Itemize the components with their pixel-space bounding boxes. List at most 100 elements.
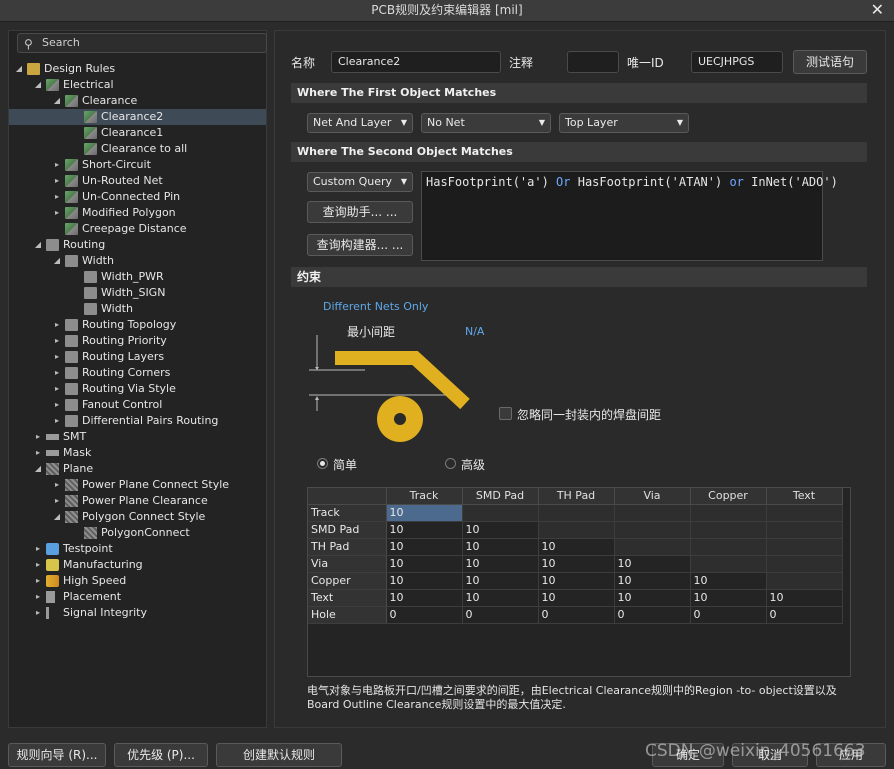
collapsed-chevron-icon[interactable]: ▸	[52, 381, 62, 397]
tree-item[interactable]: ▸ Differential Pairs Routing	[9, 413, 266, 429]
matrix-cell[interactable]: 10	[462, 589, 539, 607]
collapsed-chevron-icon[interactable]: ▸	[52, 189, 62, 205]
tree-item[interactable]: ▸ Power Plane Clearance	[9, 493, 266, 509]
tree-item[interactable]: ▸ Placement	[9, 589, 266, 605]
matrix-cell[interactable]: 0	[386, 606, 463, 624]
collapsed-chevron-icon[interactable]: ▸	[33, 589, 43, 605]
tree-item[interactable]: ▸ Fanout Control	[9, 397, 266, 413]
collapsed-chevron-icon[interactable]: ▸	[52, 317, 62, 333]
tree-item[interactable]: ▸ Routing Layers	[9, 349, 266, 365]
collapsed-chevron-icon[interactable]: ▸	[52, 205, 62, 221]
priority-button[interactable]: 优先级 (P)...	[114, 743, 208, 767]
ignore-pad-clearance-checkbox[interactable]	[499, 407, 512, 420]
uid-input[interactable]: UECJHPGS	[691, 51, 783, 73]
collapsed-chevron-icon[interactable]: ▸	[33, 445, 43, 461]
collapsed-chevron-icon[interactable]: ▸	[33, 573, 43, 589]
tree-item[interactable]: ▸ Short-Circuit	[9, 157, 266, 173]
matrix-cell[interactable]: 10	[614, 555, 691, 573]
collapsed-chevron-icon[interactable]: ▸	[33, 541, 43, 557]
matrix-cell[interactable]: 10	[538, 572, 615, 590]
matrix-cell[interactable]: 10	[614, 572, 691, 590]
custom-query-editor[interactable]: HasFootprint('a') Or HasFootprint('ATAN'…	[421, 171, 838, 261]
matrix-cell[interactable]: 10	[462, 555, 539, 573]
matrix-cell[interactable]: 10	[462, 572, 539, 590]
tree-item[interactable]: ◢ Clearance	[9, 93, 266, 109]
matrix-cell[interactable]: 0	[538, 606, 615, 624]
collapsed-chevron-icon[interactable]: ▸	[33, 557, 43, 573]
comment-input[interactable]	[567, 51, 619, 73]
matrix-cell[interactable]: 10	[386, 504, 463, 522]
expanded-chevron-icon[interactable]: ◢	[33, 237, 43, 253]
tree-item[interactable]: ▸ Un-Routed Net	[9, 173, 266, 189]
matrix-cell[interactable]: 10	[462, 521, 539, 539]
collapsed-chevron-icon[interactable]: ▸	[52, 333, 62, 349]
collapsed-chevron-icon[interactable]: ▸	[52, 173, 62, 189]
collapsed-chevron-icon[interactable]: ▸	[52, 365, 62, 381]
expanded-chevron-icon[interactable]: ◢	[52, 253, 62, 269]
tree-item[interactable]: ◢ Plane	[9, 461, 266, 477]
expanded-chevron-icon[interactable]: ◢	[33, 77, 43, 93]
tree-item[interactable]: ▸ Un-Connected Pin	[9, 189, 266, 205]
rule-wizard-button[interactable]: 规则向导 (R)...	[8, 743, 106, 767]
tree-item[interactable]: Width_SIGN	[9, 285, 266, 301]
matrix-cell[interactable]: 10	[462, 538, 539, 556]
tree-item[interactable]: Width	[9, 301, 266, 317]
matrix-cell[interactable]: 0	[690, 606, 767, 624]
matrix-cell[interactable]: 0	[766, 606, 843, 624]
collapsed-chevron-icon[interactable]: ▸	[52, 157, 62, 173]
matrix-cell[interactable]: 10	[386, 521, 463, 539]
matrix-cell[interactable]: 10	[538, 589, 615, 607]
expanded-chevron-icon[interactable]: ◢	[52, 93, 62, 109]
tree-item[interactable]: ▸ Manufacturing	[9, 557, 266, 573]
tree-item[interactable]: ◢ Electrical	[9, 77, 266, 93]
matrix-cell[interactable]: 10	[386, 555, 463, 573]
tree-item[interactable]: ◢ Routing	[9, 237, 266, 253]
matrix-cell[interactable]: 10	[690, 589, 767, 607]
collapsed-chevron-icon[interactable]: ▸	[33, 429, 43, 445]
matrix-cell[interactable]: 10	[538, 555, 615, 573]
tree-item[interactable]: ◢ Polygon Connect Style	[9, 509, 266, 525]
matrix-cell[interactable]: 0	[614, 606, 691, 624]
first-match-type-dropdown[interactable]: Net And Layer ▼	[307, 113, 413, 133]
collapsed-chevron-icon[interactable]: ▸	[52, 349, 62, 365]
search-input[interactable]: ⚲ Search	[17, 33, 267, 53]
tree-item[interactable]: ▸ Power Plane Connect Style	[9, 477, 266, 493]
matrix-cell[interactable]: 0	[462, 606, 539, 624]
first-match-layer-dropdown[interactable]: Top Layer ▼	[559, 113, 689, 133]
collapsed-chevron-icon[interactable]: ▸	[33, 605, 43, 621]
tree-item[interactable]: ▸ Routing Corners	[9, 365, 266, 381]
tree-item[interactable]: ▸ Mask	[9, 445, 266, 461]
tree-item[interactable]: Clearance2	[9, 109, 266, 125]
expanded-chevron-icon[interactable]: ◢	[33, 461, 43, 477]
expanded-chevron-icon[interactable]: ◢	[52, 509, 62, 525]
tree-item[interactable]: ◢ Design Rules	[9, 61, 266, 77]
tree-item[interactable]: ◢ Width	[9, 253, 266, 269]
tree-item[interactable]: ▸ Routing Via Style	[9, 381, 266, 397]
collapsed-chevron-icon[interactable]: ▸	[52, 493, 62, 509]
matrix-cell[interactable]: 10	[386, 538, 463, 556]
collapsed-chevron-icon[interactable]: ▸	[52, 477, 62, 493]
create-default-rules-button[interactable]: 创建默认规则	[216, 743, 342, 767]
expanded-chevron-icon[interactable]: ◢	[14, 61, 24, 77]
matrix-cell[interactable]: 10	[386, 589, 463, 607]
collapsed-chevron-icon[interactable]: ▸	[52, 397, 62, 413]
collapsed-chevron-icon[interactable]: ▸	[52, 413, 62, 429]
query-builder-button[interactable]: 查询构建器... ...	[307, 234, 413, 256]
first-match-net-dropdown[interactable]: No Net ▼	[421, 113, 551, 133]
name-input[interactable]: Clearance2	[331, 51, 501, 73]
tree-item[interactable]: PolygonConnect	[9, 525, 266, 541]
tree-item[interactable]: ▸ Modified Polygon	[9, 205, 266, 221]
matrix-cell[interactable]: 10	[766, 589, 843, 607]
tree-item[interactable]: ▸ Signal Integrity	[9, 605, 266, 621]
tree-item[interactable]: ▸ Routing Priority	[9, 333, 266, 349]
matrix-cell[interactable]: 10	[614, 589, 691, 607]
test-query-button[interactable]: 测试语句	[793, 50, 867, 74]
tree-item[interactable]: Creepage Distance	[9, 221, 266, 237]
tree-item[interactable]: Clearance1	[9, 125, 266, 141]
second-match-type-dropdown[interactable]: Custom Query ▼	[307, 172, 413, 192]
advanced-mode-radio[interactable]	[445, 458, 456, 469]
tree-item[interactable]: ▸ Routing Topology	[9, 317, 266, 333]
query-helper-button[interactable]: 查询助手... ...	[307, 201, 413, 223]
tree-item[interactable]: Width_PWR	[9, 269, 266, 285]
simple-mode-radio[interactable]	[317, 458, 328, 469]
